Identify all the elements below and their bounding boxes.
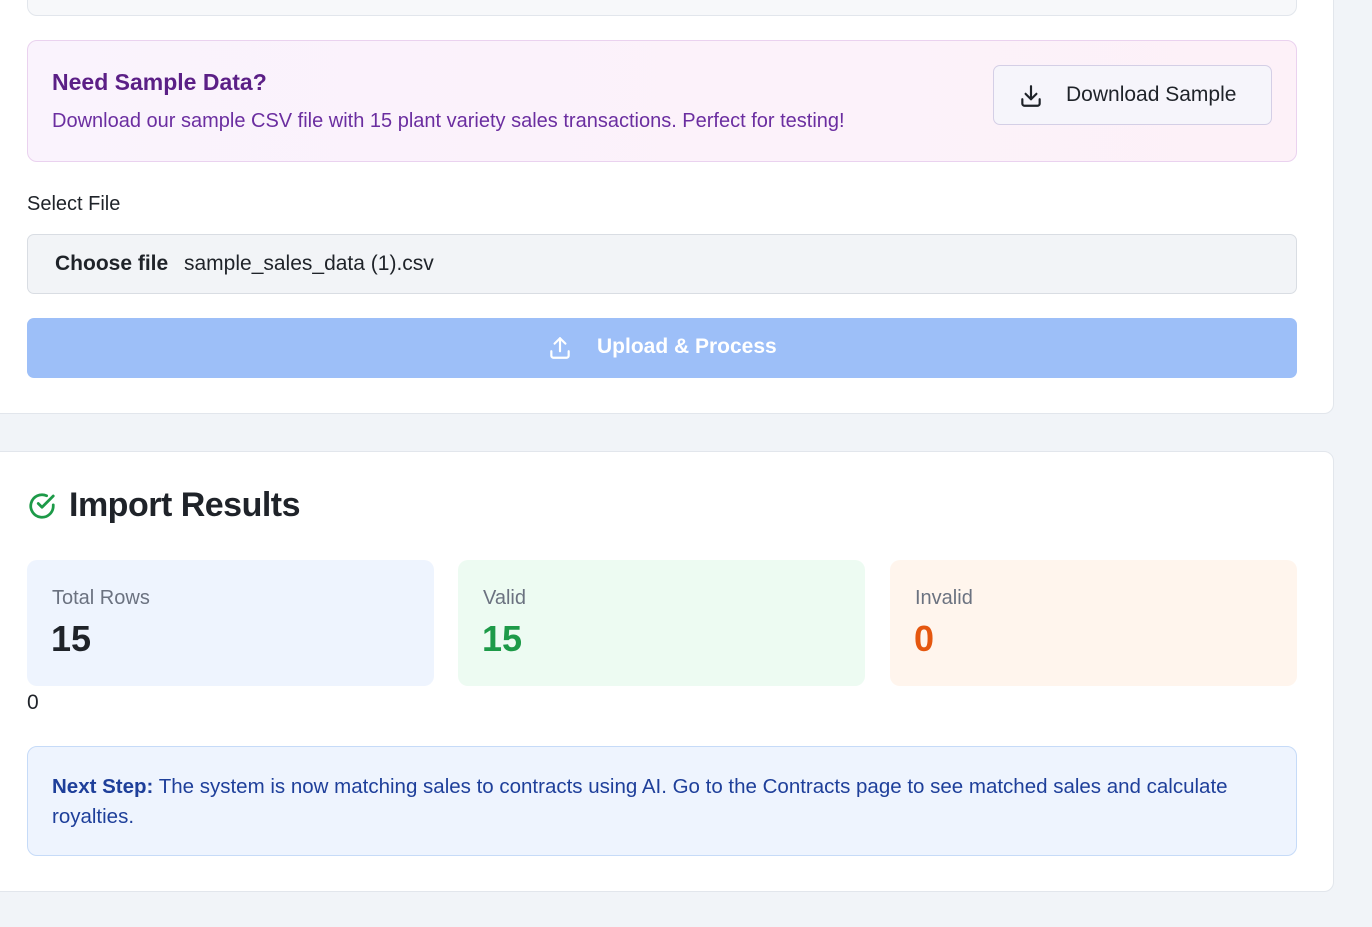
- previous-section-box: [27, 0, 1297, 16]
- stat-value: 15: [51, 618, 92, 659]
- sample-data-title: Need Sample Data?: [52, 69, 267, 95]
- stat-value: 0: [914, 618, 935, 659]
- stat-label: Valid: [483, 587, 526, 609]
- sample-data-description: Download our sample CSV file with 15 pla…: [52, 110, 845, 132]
- download-sample-label: Download Sample: [1066, 83, 1237, 106]
- choose-file-button[interactable]: Choose file: [55, 252, 168, 276]
- total-rows-stat: Total Rows 15: [27, 560, 434, 686]
- stat-value: 15: [482, 618, 523, 659]
- stat-label: Invalid: [915, 587, 973, 609]
- sample-data-banner: Need Sample Data? Download our sample CS…: [27, 40, 1297, 162]
- file-input[interactable]: Choose file sample_sales_data (1).csv: [27, 234, 1297, 294]
- import-results-title: Import Results: [69, 486, 301, 524]
- upload-process-button[interactable]: Upload & Process: [27, 318, 1297, 378]
- next-step-paragraph: Next Step: The system is now matching sa…: [52, 772, 1272, 832]
- invalid-stat: Invalid 0: [890, 560, 1297, 686]
- selected-file-name: sample_sales_data (1).csv: [184, 252, 434, 275]
- select-file-label: Select File: [27, 193, 121, 215]
- next-step-label: Next Step:: [52, 775, 154, 798]
- check-circle-icon: [29, 493, 55, 519]
- download-sample-button[interactable]: Download Sample: [993, 65, 1272, 125]
- upload-icon: [550, 337, 570, 359]
- valid-stat: Valid 15: [458, 560, 865, 686]
- upload-process-label: Upload & Process: [597, 335, 777, 358]
- next-step-notice: Next Step: The system is now matching sa…: [27, 746, 1297, 856]
- download-icon: [1021, 85, 1041, 107]
- stat-label: Total Rows: [52, 587, 150, 609]
- stray-value-text: 0: [27, 691, 39, 714]
- next-step-text: The system is now matching sales to cont…: [52, 775, 1228, 828]
